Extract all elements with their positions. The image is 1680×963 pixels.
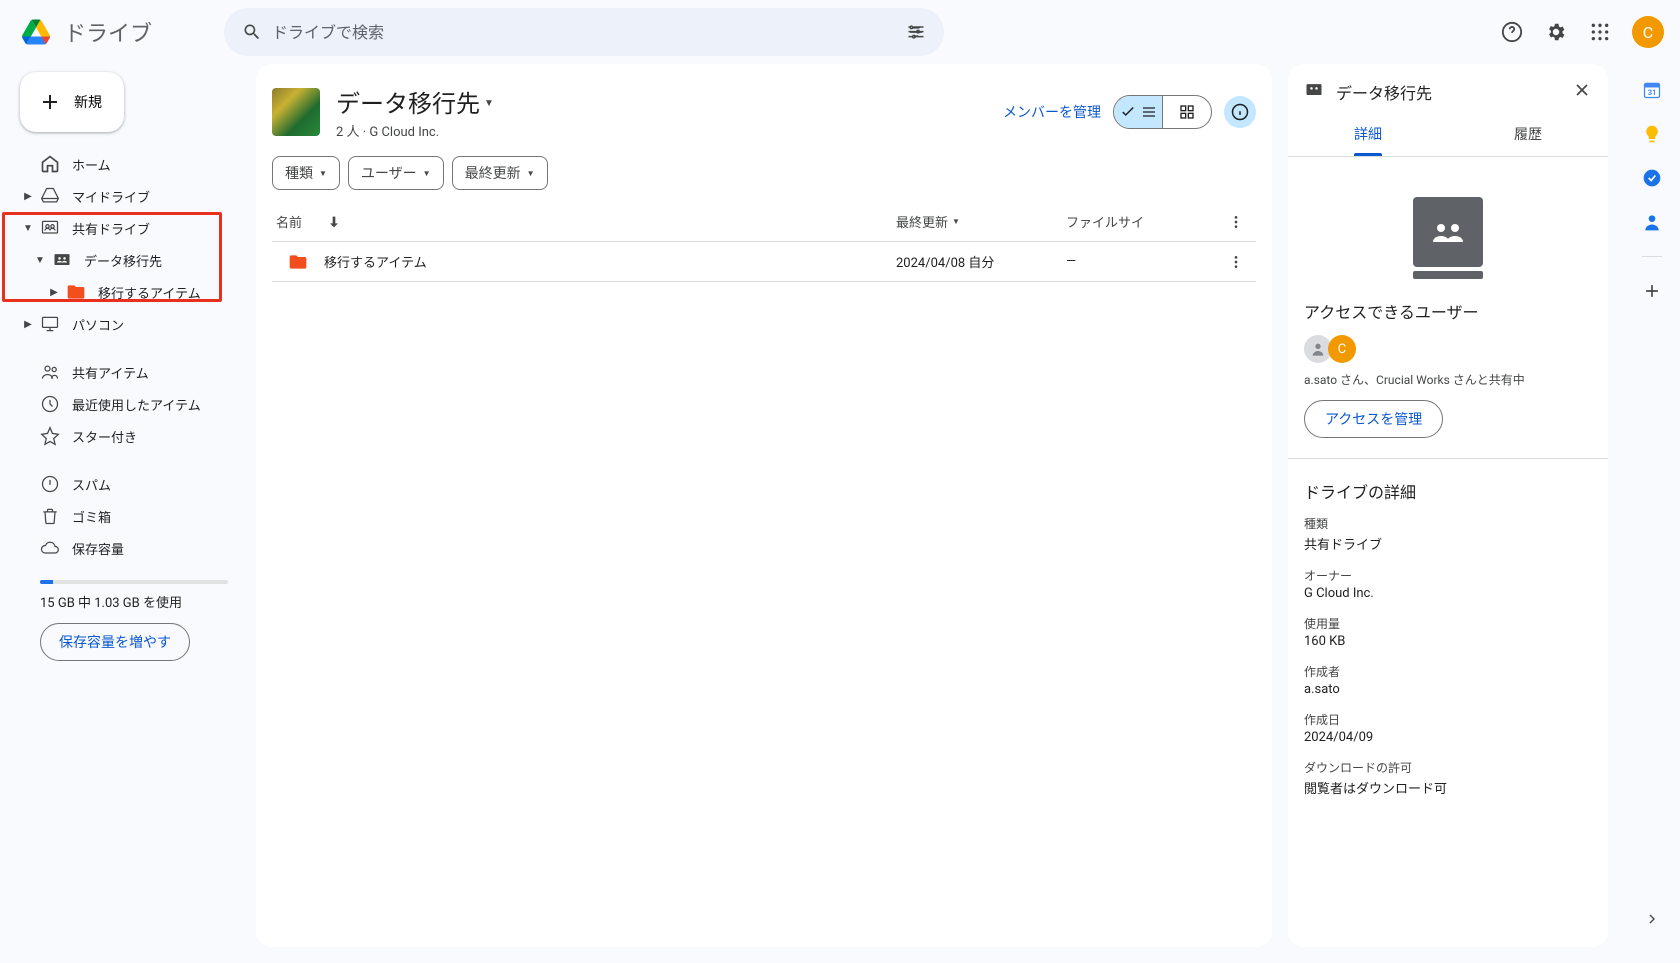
filter-modified-chip[interactable]: 最終更新▼ (452, 156, 548, 190)
calendar-app-icon[interactable]: 31 (1642, 80, 1662, 100)
nav-storage[interactable]: 保存容量 (16, 532, 240, 564)
details-big-icon (1304, 173, 1592, 299)
expand-icon[interactable]: ▶ (42, 287, 66, 298)
details-panel: データ移行先 詳細 履歴 アクセスできるユーザー C a.sa (1288, 64, 1608, 947)
drive-thumbnail (272, 88, 320, 136)
file-name: 移行するアイテム (324, 252, 427, 271)
add-apps-icon[interactable] (1642, 281, 1662, 301)
nav-subfolder[interactable]: ▶移行するアイテム (16, 276, 240, 308)
folder-icon (288, 252, 308, 272)
search-options-icon[interactable] (896, 12, 936, 52)
view-toggle (1113, 95, 1212, 129)
settings-icon[interactable] (1536, 12, 1576, 52)
nav-recent[interactable]: 最近使用したアイテム (16, 388, 240, 420)
table-row[interactable]: 移行するアイテム 2024/04/08 自分 — (272, 242, 1256, 282)
shared-drive-item-icon (52, 250, 72, 270)
details-title: データ移行先 (1336, 80, 1560, 104)
nav-starred[interactable]: スター付き (16, 420, 240, 452)
tab-details[interactable]: 詳細 (1288, 112, 1448, 156)
computers-icon (40, 314, 60, 334)
storage-usage-text: 15 GB 中 1.03 GB を使用 (40, 592, 228, 611)
shared-drives-icon (40, 218, 60, 238)
cloud-icon (40, 538, 60, 558)
col-name-header[interactable]: 名前 (276, 212, 302, 231)
nav-computers[interactable]: ▶パソコン (16, 308, 240, 340)
header-bar: ドライブ C (0, 0, 1680, 64)
filter-type-chip[interactable]: 種類▼ (272, 156, 340, 190)
sort-down-icon[interactable] (326, 214, 342, 230)
account-avatar[interactable]: C (1632, 16, 1664, 48)
list-view-button[interactable] (1114, 96, 1162, 128)
table-header: 名前 最終更新▼ ファイルサイ (272, 202, 1256, 242)
access-section-title: アクセスできるユーザー (1304, 299, 1592, 323)
home-icon (40, 154, 60, 174)
drive-title[interactable]: データ移行先▼ (336, 84, 987, 119)
search-icon[interactable] (232, 12, 272, 52)
folder-icon (66, 282, 86, 302)
side-rail: 31 (1624, 64, 1680, 947)
spam-icon (40, 474, 60, 494)
col-modified-header[interactable]: 最終更新 (896, 212, 948, 231)
tab-activity[interactable]: 履歴 (1448, 112, 1608, 156)
file-size: — (1066, 254, 1216, 269)
nav-shared-drives[interactable]: ▼共有ドライブ (16, 212, 240, 244)
expand-icon[interactable]: ▶ (16, 191, 40, 202)
info-button[interactable] (1224, 96, 1256, 128)
file-modified: 2024/04/08 自分 (896, 252, 1066, 271)
shared-drive-icon (1304, 80, 1324, 104)
nav-trash[interactable]: ゴミ箱 (16, 500, 240, 532)
close-icon[interactable] (1572, 80, 1592, 104)
user-avatar[interactable]: C (1328, 335, 1356, 363)
manage-access-button[interactable]: アクセスを管理 (1304, 400, 1443, 438)
app-name: ドライブ (64, 16, 152, 48)
help-icon[interactable] (1492, 12, 1532, 52)
tasks-app-icon[interactable] (1642, 168, 1662, 188)
file-list-panel: データ移行先▼ 2 人 · G Cloud Inc. メンバーを管理 (256, 64, 1272, 947)
search-bar[interactable] (224, 8, 944, 56)
grid-view-button[interactable] (1163, 96, 1211, 128)
svg-text:31: 31 (1648, 88, 1657, 97)
manage-members-link[interactable]: メンバーを管理 (1003, 102, 1101, 122)
plus-icon (38, 90, 62, 114)
expand-icon[interactable]: ▼ (16, 223, 40, 234)
recent-icon (40, 394, 60, 414)
new-button[interactable]: 新規 (20, 72, 124, 132)
access-avatars: C (1304, 335, 1592, 363)
col-more-header[interactable] (1216, 214, 1256, 230)
nav-home[interactable]: ホーム (16, 148, 240, 180)
row-more-button[interactable] (1216, 254, 1256, 270)
mydrive-icon (40, 186, 60, 206)
star-icon (40, 426, 60, 446)
nav-mydrive[interactable]: ▶マイドライブ (16, 180, 240, 212)
drive-logo-icon (16, 12, 56, 52)
dropdown-icon: ▼ (484, 94, 494, 109)
nav-shared-with-me[interactable]: 共有アイテム (16, 356, 240, 388)
sidebar: 新規 ホーム ▶マイドライブ ▼共有ドライブ ▼データ移行先 ▶移行するアイテム… (0, 64, 256, 963)
expand-icon[interactable]: ▶ (16, 319, 40, 330)
drive-subtitle: 2 人 · G Cloud Inc. (336, 121, 987, 140)
buy-storage-button[interactable]: 保存容量を増やす (40, 623, 190, 661)
collapse-rail-icon[interactable] (1636, 903, 1668, 935)
trash-icon (40, 506, 60, 526)
expand-icon[interactable]: ▼ (28, 255, 52, 266)
nav-spam[interactable]: スパム (16, 468, 240, 500)
search-input[interactable] (272, 23, 896, 42)
shared-with-text: a.sato さん、Crucial Works さんと共有中 (1304, 371, 1592, 388)
filter-user-chip[interactable]: ユーザー▼ (348, 156, 444, 190)
contacts-app-icon[interactable] (1642, 212, 1662, 232)
header-actions: C (1492, 12, 1664, 52)
apps-icon[interactable] (1580, 12, 1620, 52)
nav-drive-folder[interactable]: ▼データ移行先 (16, 244, 240, 276)
shared-icon (40, 362, 60, 382)
storage-bar (40, 580, 228, 584)
col-size-header[interactable]: ファイルサイ (1066, 212, 1216, 231)
drive-details-section-title: ドライブの詳細 (1304, 479, 1592, 503)
keep-app-icon[interactable] (1642, 124, 1662, 144)
logo-area[interactable]: ドライブ (16, 12, 216, 52)
